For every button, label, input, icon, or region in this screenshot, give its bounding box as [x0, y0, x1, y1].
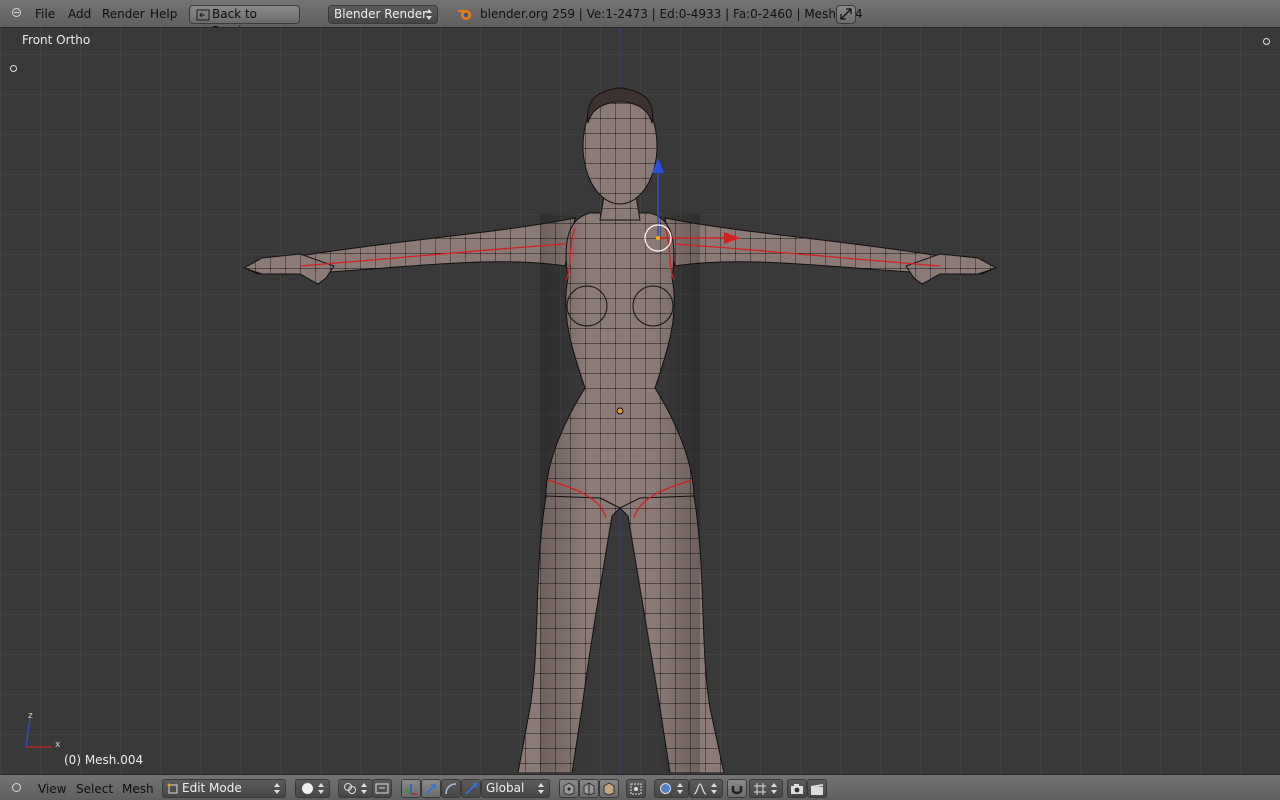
blender-logo-icon: [458, 10, 471, 20]
edge-select-mode-button[interactable]: [579, 779, 599, 798]
manipulator-icon: [405, 784, 417, 795]
camera-icon: [791, 784, 803, 794]
select-arrows-icon: [318, 783, 324, 794]
scale-manipulator-button[interactable]: [461, 779, 481, 798]
face-select-icon: [603, 782, 615, 796]
menu-add[interactable]: Add: [68, 7, 91, 21]
vertex-select-mode-button[interactable]: [559, 779, 579, 798]
render-engine-label: Blender Render: [334, 7, 428, 21]
edge-select-icon: [583, 782, 595, 796]
select-arrows-icon: [677, 783, 683, 794]
scale-icon: [465, 783, 477, 795]
character-mesh[interactable]: [242, 87, 998, 773]
translate-icon: [425, 784, 436, 795]
limit-selection-icon: [630, 783, 642, 795]
menu-view[interactable]: View: [38, 782, 66, 796]
render-engine-select[interactable]: Blender Render: [328, 5, 438, 24]
snap-increment-icon: [754, 783, 766, 795]
menu-render[interactable]: Render: [102, 7, 145, 21]
manipulator-center-button[interactable]: [372, 779, 392, 798]
rotate-manipulator-button[interactable]: [441, 779, 461, 798]
clapperboard-icon: [811, 784, 823, 795]
active-object-label: (0) Mesh.004: [64, 753, 144, 767]
vertex-select-icon: [563, 782, 575, 796]
scene-stats: blender.org 259 | Ve:1-2473 | Ed:0-4933 …: [480, 7, 863, 21]
axis-x-label: x: [55, 740, 61, 750]
select-arrows-icon: [361, 783, 367, 794]
transform-orientation-select[interactable]: Global: [481, 779, 550, 798]
menu-file[interactable]: File: [35, 7, 55, 21]
face-select-mode-button[interactable]: [599, 779, 619, 798]
rotate-icon: [445, 783, 457, 795]
select-arrows-icon: [771, 783, 777, 794]
select-arrows-icon: [274, 783, 280, 794]
select-arrows-icon: [711, 783, 717, 794]
menu-help[interactable]: Help: [150, 7, 177, 21]
viewport-shading-select[interactable]: [295, 779, 330, 798]
mode-label: Edit Mode: [182, 781, 242, 795]
screen-back-icon: [196, 9, 210, 21]
menu-mesh[interactable]: Mesh: [122, 782, 154, 796]
snap-element-select[interactable]: [749, 779, 783, 798]
3d-viewport[interactable]: Front Ortho x z (0) Mesh.004: [0, 28, 1280, 773]
back-to-previous-button[interactable]: Back to Previous: [189, 5, 300, 38]
render-opengl-image-button[interactable]: [787, 779, 807, 798]
3d-view-header: View Select Mesh Edit Mode Global: [0, 774, 1280, 800]
area-corner-icon[interactable]: [12, 8, 21, 17]
info-header: File Add Render Help Back to Previous Bl…: [0, 0, 1280, 38]
align-icon: [375, 783, 389, 794]
render-opengl-animation-button[interactable]: [807, 779, 827, 798]
editor-type-icon[interactable]: [12, 783, 21, 792]
pivot-point-select[interactable]: [338, 779, 373, 798]
pivot-icon: [344, 783, 356, 794]
proportional-icon: [660, 783, 671, 794]
select-arrows-icon: [538, 783, 544, 794]
orientation-label: Global: [486, 781, 525, 795]
navel-vertex: [616, 407, 624, 415]
occlude-geometry-button[interactable]: [626, 779, 646, 798]
mode-select[interactable]: Edit Mode: [162, 779, 286, 798]
falloff-curve-icon: [693, 783, 707, 795]
axis-z-label: z: [28, 711, 33, 721]
solid-shading-icon: [302, 783, 313, 794]
menu-select[interactable]: Select: [76, 782, 113, 796]
fullscreen-toggle-button[interactable]: [836, 5, 856, 24]
axis-gizmo: x z: [25, 711, 61, 750]
magnet-icon: [731, 786, 743, 795]
select-arrows-icon: [426, 9, 432, 20]
snap-toggle-button[interactable]: [727, 779, 747, 798]
translate-manipulator-button[interactable]: [421, 779, 441, 798]
viewport-canvas: x z: [25, 28, 998, 773]
edit-mode-icon: [167, 783, 178, 794]
fullscreen-icon: [840, 8, 852, 20]
manipulator-toggle-button[interactable]: [401, 779, 421, 798]
falloff-select[interactable]: [689, 779, 723, 798]
proportional-editing-select[interactable]: [654, 779, 689, 798]
